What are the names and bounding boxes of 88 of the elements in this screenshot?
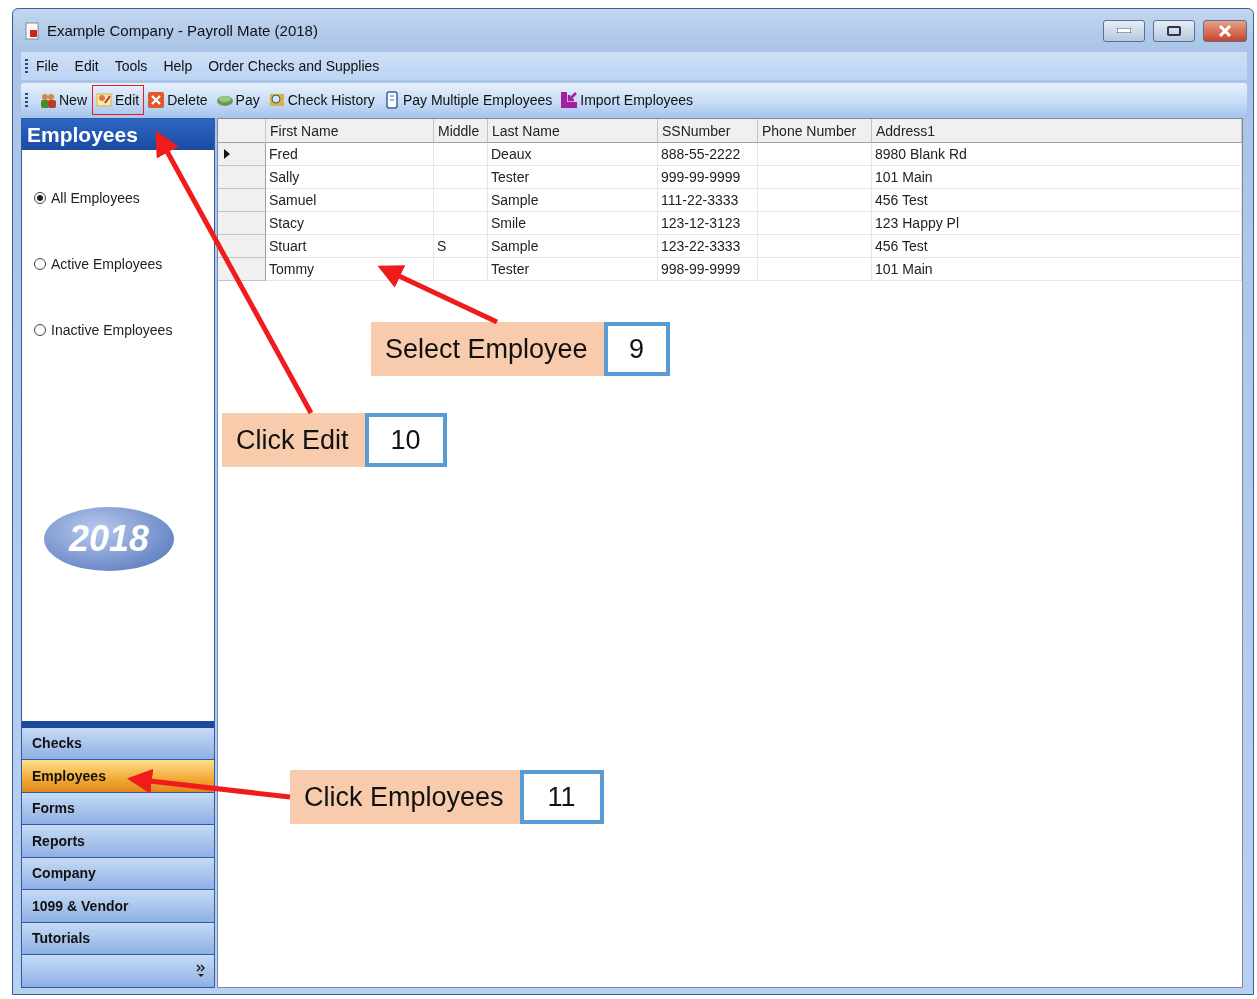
arrow-icon: [560, 90, 579, 109]
table-cell: 101 Main: [872, 166, 1242, 189]
radio-option[interactable]: Active Employees: [34, 256, 214, 272]
table-cell: [434, 166, 488, 189]
table-cell: [434, 143, 488, 166]
radio-button[interactable]: [34, 192, 46, 204]
radio-label: Inactive Employees: [51, 322, 173, 338]
table-cell: Stacy: [266, 212, 434, 235]
document-icon: [25, 21, 39, 40]
close-icon: [1218, 24, 1232, 37]
chevron-icon[interactable]: [196, 964, 206, 978]
menu-item[interactable]: Tools: [114, 58, 148, 74]
maximize-button[interactable]: [1153, 19, 1195, 42]
close-button[interactable]: [1203, 19, 1247, 42]
minimize-icon: [1117, 28, 1131, 33]
table-cell: 998-99-9999: [658, 258, 758, 281]
table-cell: 888-55-2222: [658, 143, 758, 166]
radio-dot-icon: [37, 195, 43, 201]
table-cell: 101 Main: [872, 258, 1242, 281]
toolbar-button[interactable]: Edit: [92, 84, 145, 115]
table-cell: Tester: [488, 166, 658, 189]
step-number: 11: [519, 770, 604, 824]
maximize-icon: [1167, 25, 1181, 36]
nav-button[interactable]: Reports: [22, 825, 214, 858]
table-cell: 123-12-3123: [658, 212, 758, 235]
column-header[interactable]: SSNumber: [658, 119, 758, 143]
toolbar-button[interactable]: Check History: [264, 84, 380, 115]
table-cell: Deaux: [488, 143, 658, 166]
corner-cell: [218, 119, 266, 143]
toolbar-button[interactable]: Delete: [144, 84, 213, 115]
toolbar-button[interactable]: Pay: [212, 84, 265, 115]
panel-title: Employees: [22, 119, 214, 150]
splitter-bar[interactable]: [22, 720, 214, 728]
table-cell: 123-22-3333: [658, 235, 758, 258]
x-icon: [147, 90, 166, 109]
step-number: 9: [603, 322, 670, 376]
callout-label: Select Employee: [371, 322, 604, 376]
table-cell: 456 Test: [872, 235, 1242, 258]
table-cell: Samuel: [266, 189, 434, 212]
toolbar-button[interactable]: Import Employees: [557, 84, 699, 115]
minimize-button[interactable]: [1103, 19, 1145, 42]
table-cell: [434, 212, 488, 235]
table-cell: S: [434, 235, 488, 258]
toolbar-button[interactable]: Pay Multiple Employees: [379, 84, 558, 115]
menu-item[interactable]: Edit: [74, 58, 99, 74]
table-cell: Sample: [488, 189, 658, 212]
nav-button[interactable]: Checks: [22, 727, 214, 760]
callout-label: Click Edit: [222, 413, 365, 467]
radio-label: All Employees: [51, 190, 140, 206]
table-cell: 111-22-3333: [658, 189, 758, 212]
radio-option[interactable]: All Employees: [34, 190, 214, 206]
table-cell: Sally: [266, 166, 434, 189]
menu-item[interactable]: File: [36, 58, 59, 74]
row-pointer-icon: [224, 149, 230, 159]
row-header[interactable]: [218, 143, 266, 166]
column-header[interactable]: First Name: [266, 119, 434, 143]
year-logo: 2018: [44, 507, 174, 571]
radio-button[interactable]: [34, 324, 46, 336]
nav-button[interactable]: 1099 & Vendor: [22, 890, 214, 923]
column-header[interactable]: Middle: [434, 119, 488, 143]
table-cell: 456 Test: [872, 189, 1242, 212]
toolbar-button[interactable]: New: [36, 84, 92, 115]
table-cell: Tester: [488, 258, 658, 281]
menu-item[interactable]: Help: [163, 58, 193, 74]
table-cell: 123 Happy Pl: [872, 212, 1242, 235]
nav-button[interactable]: Employees: [22, 760, 214, 793]
table-cell: Fred: [266, 143, 434, 166]
table-cell: [434, 258, 488, 281]
window-title: Example Company - Payroll Mate (2018): [47, 22, 319, 39]
column-header[interactable]: Address1: [872, 119, 1242, 143]
radio-option[interactable]: Inactive Employees: [34, 322, 214, 338]
step-number: 10: [364, 413, 447, 467]
column-header[interactable]: Last Name: [488, 119, 658, 143]
table-cell: Tommy: [266, 258, 434, 281]
callout-label: Click Employees: [290, 770, 520, 824]
table-cell: [434, 189, 488, 212]
table-cell: 999-99-9999: [658, 166, 758, 189]
radio-label: Active Employees: [51, 256, 163, 272]
nav-button[interactable]: Tutorials: [22, 922, 214, 955]
nav-button[interactable]: Company: [22, 857, 214, 890]
menu-item[interactable]: Order Checks and Supplies: [208, 58, 380, 74]
radio-button[interactable]: [34, 258, 46, 270]
table-cell: 8980 Blank Rd: [872, 143, 1242, 166]
table-cell: Smile: [488, 212, 658, 235]
table-cell: Stuart: [266, 235, 434, 258]
nav-button[interactable]: Forms: [22, 792, 214, 825]
table-cell: Sample: [488, 235, 658, 258]
column-header[interactable]: Phone Number: [758, 119, 872, 143]
